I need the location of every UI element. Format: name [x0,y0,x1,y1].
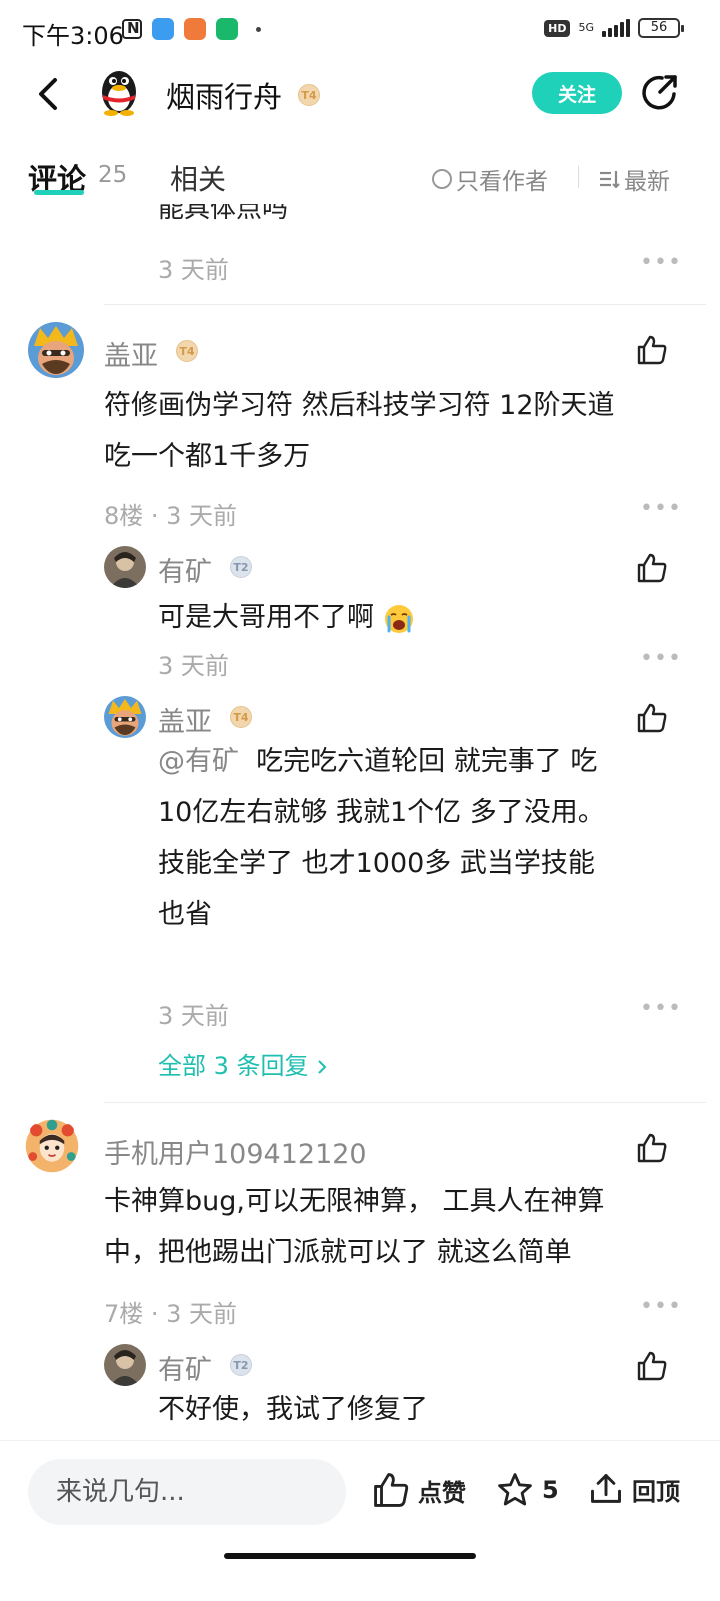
comment-text: 卡神算bug,可以无限神算， 工具人在神算 中，把他踢出门派就可以了 就这么简单 [104,1186,605,1268]
level-badge: T4 [230,706,252,728]
notification-icons [122,18,261,40]
more-options-icon[interactable]: ••• [640,1294,682,1319]
comment-username[interactable]: 盖亚 [104,334,158,373]
more-notifications-dot [256,26,261,32]
divider [104,304,706,305]
user-avatar[interactable] [104,1344,146,1386]
back-to-top-button[interactable]: 回顶 [588,1471,680,1507]
comment-meta: 7楼 · 3 天前 [104,1300,238,1328]
comment-input[interactable]: 来说几句... [28,1459,346,1525]
like-icon [374,1473,409,1507]
follow-button[interactable]: 关注 [532,72,622,114]
reply-time: 3 天前 [158,1002,229,1030]
back-button[interactable] [28,72,68,116]
like-icon[interactable] [636,552,668,584]
comments-count: 25 [98,162,128,188]
author-only-label: 只看作者 [456,169,548,195]
reply-username[interactable]: 有矿 [158,1348,212,1387]
comment-text: 符修画伪学习符 然后科技学习符 12阶天道 吃一个都1千多万 [104,390,615,472]
tab-bar: 评论 25 相关 只看作者 最新 [0,150,720,202]
reply-username[interactable]: 盖亚 [158,700,212,739]
author-only-filter[interactable]: 只看作者 [432,162,548,196]
favorite-count: 5 [542,1476,559,1504]
more-options-icon[interactable]: ••• [640,646,682,671]
bottom-bar: 来说几句... 点赞 5 回顶 [0,1440,720,1601]
mention-link[interactable]: @有矿 [158,746,239,777]
more-options-icon[interactable]: ••• [640,996,682,1021]
header: 烟雨行舟 T4 关注 [0,62,720,126]
reply-text: 可是大哥用不了啊 [158,592,415,643]
battery-icon: 56 [638,18,684,38]
user-avatar[interactable] [104,696,146,738]
like-icon[interactable] [636,702,668,734]
status-time: 下午3:06 [22,22,124,50]
reply-text: 不好使，我试了修复了 [158,1394,428,1425]
level-badge: T2 [230,556,252,578]
more-options-icon[interactable]: ••• [640,496,682,521]
comment-username[interactable]: 手机用户109412120 [104,1132,367,1171]
radio-icon [432,169,452,189]
like-icon[interactable] [636,1132,668,1164]
reply-username[interactable]: 有矿 [158,550,212,589]
more-options-icon[interactable]: ••• [640,250,682,275]
page-title: 烟雨行舟 [166,80,283,114]
chevron-right-icon [318,1060,327,1074]
all-replies-link[interactable]: 全部 3 条回复 [158,1046,328,1081]
crying-emoji-icon [384,604,413,633]
sort-label: 最新 [624,169,670,195]
qq-penguin-avatar[interactable] [96,66,142,116]
reply-time: 3 天前 [158,652,229,680]
level-badge: T4 [298,84,320,106]
chevron-left-icon [39,78,57,110]
like-button[interactable]: 点赞 [372,1471,466,1509]
hd-icon: HD [544,19,571,37]
user-avatar[interactable] [104,546,146,588]
home-indicator[interactable] [224,1553,476,1559]
back-to-top-label: 回顶 [632,1477,680,1506]
partial-comment-text: 能具体点吗 [158,204,289,224]
divider [104,1102,706,1103]
level-badge: T4 [176,340,198,362]
messenger-icon [152,18,174,40]
like-icon[interactable] [636,1350,668,1382]
active-tab-indicator [34,190,84,195]
like-label: 点赞 [418,1478,466,1507]
upload-arrow-icon [591,1474,621,1503]
reply-text: @有矿 吃完吃六道轮回 就完事了 吃 10亿左右就够 我就1个亿 多了没用。 技… [158,746,605,930]
shopping-icon [184,18,206,40]
sort-button[interactable]: 最新 [598,162,670,196]
level-badge: T2 [230,1354,252,1376]
like-icon[interactable] [636,334,668,366]
sort-icon [600,171,620,189]
nfc-icon [122,19,142,39]
tab-related[interactable]: 相关 [170,158,226,198]
star-icon [498,1473,532,1506]
status-bar: 下午3:06 HD 5G 56 [0,0,720,62]
divider [578,166,579,188]
security-icon [216,18,238,40]
network-type: 5G [578,21,594,34]
user-avatar[interactable] [28,322,84,378]
comment-time: 3 天前 [158,256,229,284]
status-right: HD 5G 56 [544,18,684,38]
favorite-button[interactable]: 5 [496,1471,559,1509]
signal-icon [602,19,630,37]
user-avatar[interactable] [24,1118,80,1174]
comment-meta: 8楼 · 3 天前 [104,502,238,530]
share-icon[interactable] [640,72,680,112]
